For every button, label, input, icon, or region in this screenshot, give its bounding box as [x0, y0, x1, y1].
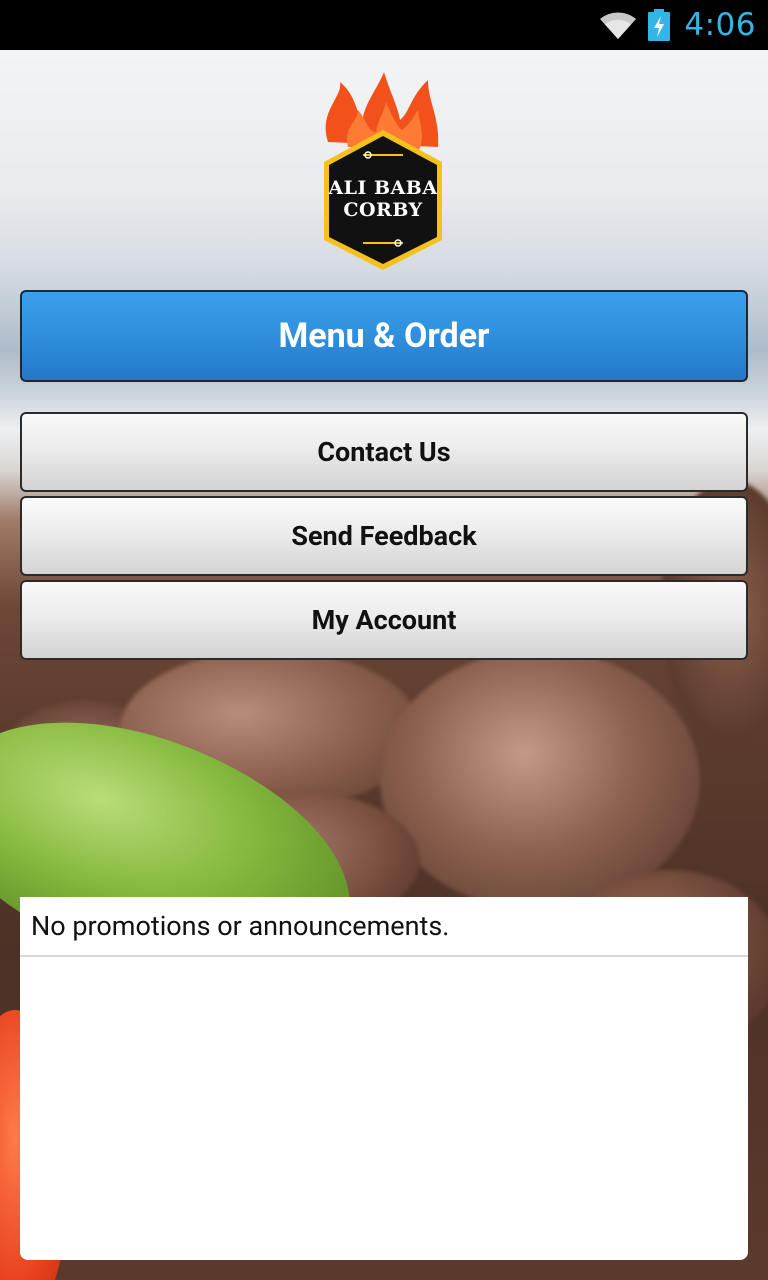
contact-us-button[interactable]: Contact Us [20, 412, 748, 492]
announcement-message: No promotions or announcements. [20, 897, 748, 957]
my-account-button[interactable]: My Account [20, 580, 748, 660]
announcements-panel: No promotions or announcements. [20, 897, 748, 1260]
battery-charging-icon [648, 9, 671, 41]
logo-text-line2: CORBY [343, 199, 423, 221]
logo-text-line1: ALI BABA [328, 177, 438, 199]
flame-badge-icon [324, 72, 442, 270]
status-clock: 4:06 [684, 7, 756, 43]
restaurant-logo: ALI BABA CORBY [318, 72, 448, 272]
send-feedback-button[interactable]: Send Feedback [20, 496, 748, 576]
status-bar: 4:06 [0, 0, 768, 50]
menu-order-button[interactable]: Menu & Order [20, 290, 748, 382]
wifi-icon [600, 12, 637, 39]
